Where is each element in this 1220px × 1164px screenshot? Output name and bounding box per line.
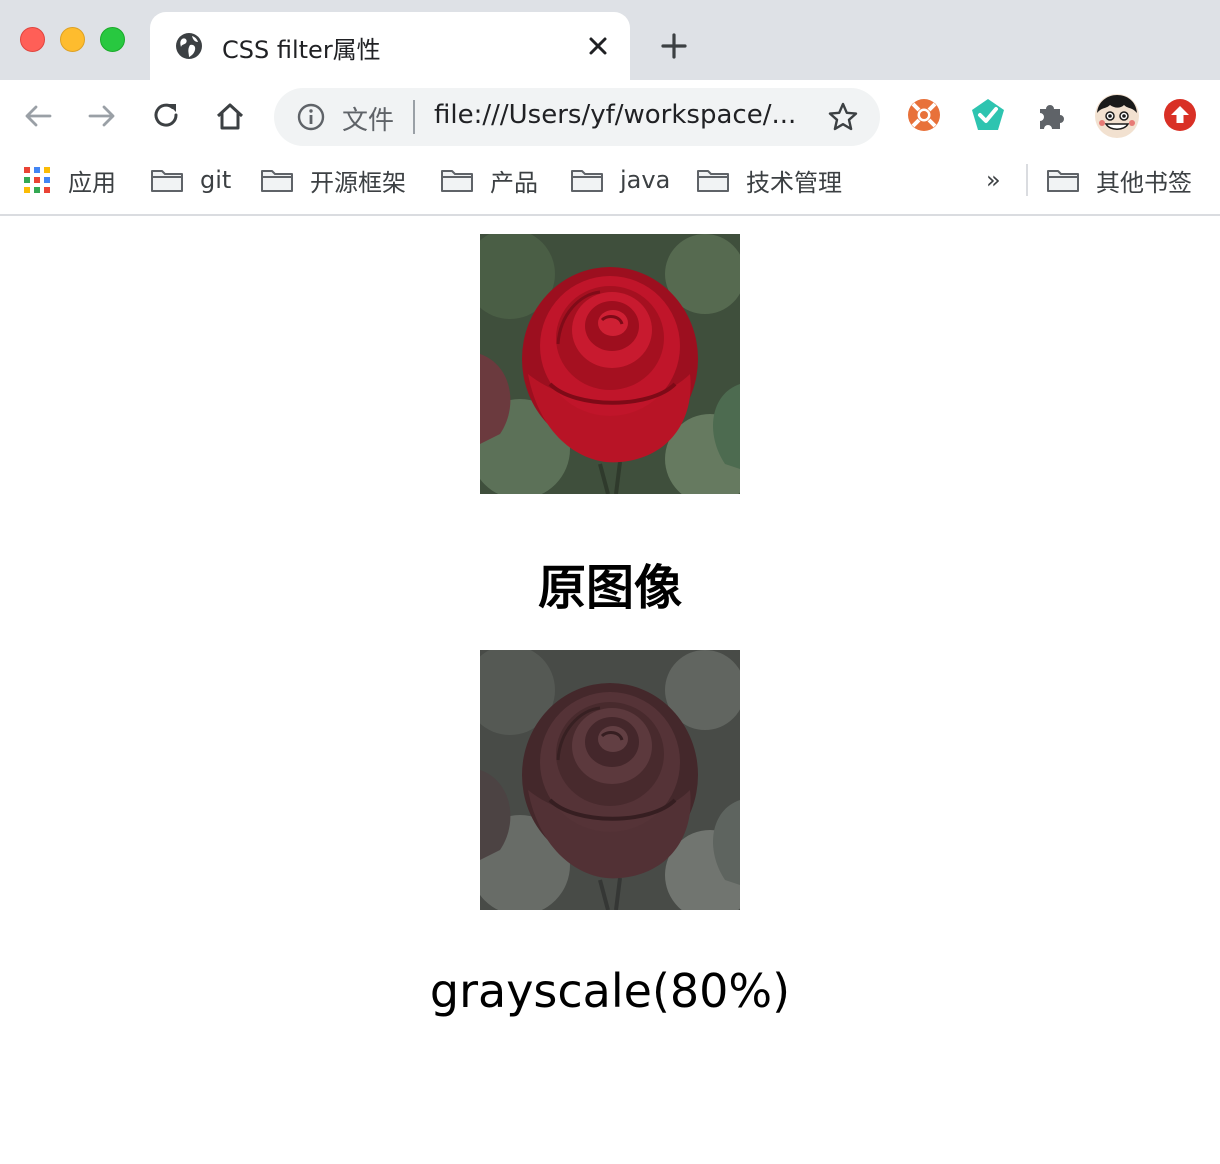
tab-strip: CSS filter属性: [0, 0, 1220, 80]
avatar[interactable]: [1094, 93, 1140, 139]
bookmarks-divider: [1026, 164, 1028, 196]
original-caption: 原图像: [537, 560, 682, 616]
globe-icon: [176, 33, 202, 59]
bookmarks-overflow-button[interactable]: »: [986, 166, 1001, 194]
apps-grid-icon: [24, 167, 50, 193]
bookmark-label: git: [200, 166, 232, 194]
tab-css-filter[interactable]: CSS filter属性: [150, 12, 630, 80]
bookmark-label: 应用: [68, 168, 116, 197]
window-maximize-button[interactable]: [100, 27, 125, 52]
filtered-caption: grayscale(80%): [429, 964, 791, 1018]
lifebuoy-icon[interactable]: [905, 96, 943, 134]
puzzle-icon[interactable]: [1033, 96, 1071, 134]
bookmarks-bar: 应用 git 开源框架 产品 java 技术管理 » 其他书签: [0, 154, 1220, 216]
folder-icon: [571, 170, 603, 192]
bookmark-label: 其他书签: [1096, 168, 1192, 197]
bookmark-java[interactable]: java: [570, 164, 670, 196]
window-close-button[interactable]: [20, 27, 45, 52]
folder-icon: [697, 170, 729, 192]
omnibox-divider: [413, 100, 415, 134]
page-content: 原图像 grayscale(80%): [0, 218, 1220, 1164]
bookmark-label: java: [620, 166, 671, 194]
home-icon[interactable]: [212, 98, 248, 134]
rose-image-original: [480, 234, 740, 494]
bookmark-open-source[interactable]: 开源框架: [260, 164, 406, 197]
window-minimize-button[interactable]: [60, 27, 85, 52]
folder-icon: [441, 170, 473, 192]
url-text[interactable]: file:///Users/yf/workspace/...: [434, 100, 796, 130]
folder-icon: [261, 170, 293, 192]
address-bar[interactable]: 文件 file:///Users/yf/workspace/...: [274, 88, 880, 146]
upload-icon[interactable]: [1161, 96, 1199, 134]
plus-icon[interactable]: [658, 30, 690, 62]
bookmark-label: 产品: [490, 168, 538, 197]
folder-icon: [1047, 170, 1079, 192]
folder-icon: [151, 170, 183, 192]
rose-image-grayscale: [480, 650, 740, 910]
bookmark-product[interactable]: 产品: [440, 164, 538, 197]
toolbar: 文件 file:///Users/yf/workspace/...: [0, 80, 1220, 154]
arrow-right-icon[interactable]: [84, 98, 120, 134]
bookmark-label: 技术管理: [746, 168, 842, 197]
close-icon[interactable]: [584, 32, 612, 60]
bookmark-label: 开源框架: [310, 168, 406, 197]
bookmark-git[interactable]: git: [150, 164, 231, 196]
tab-title: CSS filter属性: [222, 36, 381, 64]
star-icon[interactable]: [826, 100, 860, 134]
reload-icon[interactable]: [148, 98, 184, 134]
bookmark-apps[interactable]: 应用: [22, 164, 116, 197]
scheme-chip[interactable]: 文件: [342, 100, 394, 137]
check-pentagon-icon[interactable]: [969, 96, 1007, 134]
bookmark-other[interactable]: 其他书签: [1046, 164, 1192, 197]
info-icon[interactable]: [296, 102, 326, 132]
arrow-left-icon[interactable]: [20, 98, 56, 134]
bookmark-tech-management[interactable]: 技术管理: [696, 164, 842, 197]
